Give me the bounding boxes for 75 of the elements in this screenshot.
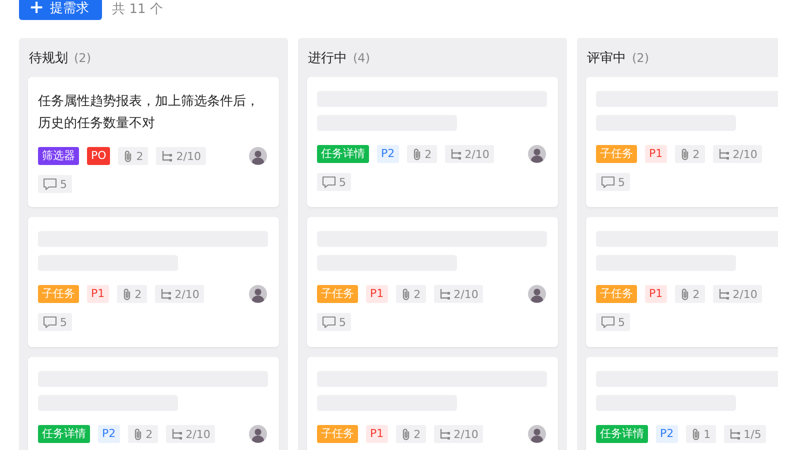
tag: 筛选器 [38, 147, 79, 165]
attachment-count: 2 [396, 425, 426, 443]
attachment-count: 2 [118, 147, 148, 165]
attachment-count: 2 [128, 425, 158, 443]
column-count: (2) [632, 50, 649, 64]
total-count: 共 11 个 [112, 1, 163, 18]
column-count: (2) [74, 50, 91, 64]
tag: 任务详情 [317, 145, 369, 163]
subtask-icon [450, 148, 462, 160]
tag: P2 [98, 425, 120, 443]
paperclip-icon [412, 148, 422, 160]
subtask-count: 2/10 [434, 425, 484, 443]
subtask-count: 2/10 [434, 285, 484, 303]
subtask-icon [160, 288, 172, 300]
comment-count: 5 [317, 173, 351, 191]
subtask-icon [438, 288, 451, 300]
tag: P1 [366, 285, 388, 303]
paperclip-icon [400, 428, 411, 440]
tag: P1 [645, 145, 667, 163]
attachment-count: 2 [116, 285, 147, 303]
subtask-count: 2/10 [156, 147, 206, 165]
attachment-count: 1 [686, 425, 716, 443]
subtask-icon [438, 428, 451, 440]
comment-icon [43, 316, 57, 328]
tag: P2 [656, 425, 678, 443]
comment-icon [322, 176, 336, 188]
tag: 子任务 [317, 425, 358, 443]
attachment-count: 2 [406, 145, 437, 163]
subtask-icon [718, 288, 730, 300]
comment-icon [43, 178, 57, 190]
add-request-button[interactable]: + 提需求 [19, 0, 102, 20]
comment-count: 5 [596, 173, 630, 191]
column-title: 评审中 [587, 50, 626, 66]
tag: 子任务 [596, 285, 637, 303]
subtask-icon [170, 428, 183, 440]
tag: P1 [366, 425, 388, 443]
subtask-count: 2/10 [166, 425, 216, 443]
paperclip-icon [132, 428, 143, 440]
comment-icon [601, 176, 615, 188]
tag: P2 [377, 145, 399, 163]
comment-icon [322, 316, 336, 328]
column-title: 进行中 [308, 50, 347, 66]
subtask-count: 2/10 [712, 145, 762, 163]
subtask-icon [718, 148, 730, 160]
tag: 任务详情 [596, 425, 648, 443]
comment-count: 5 [38, 313, 72, 331]
subtask-count: 1/5 [724, 425, 766, 443]
comment-count: 5 [317, 313, 351, 331]
tag: 子任务 [596, 145, 637, 163]
attachment-count: 2 [674, 145, 705, 163]
comment-count: 5 [596, 313, 630, 331]
paperclip-icon [680, 288, 690, 300]
subtask-count: 2/10 [154, 285, 204, 303]
tag: 子任务 [317, 285, 358, 303]
tag: P1 [87, 285, 109, 303]
paperclip-icon [690, 428, 701, 440]
subtask-count: 2/10 [444, 145, 494, 163]
column-count: (4) [353, 50, 370, 64]
paperclip-icon [123, 150, 134, 162]
subtask-count: 2/10 [712, 285, 762, 303]
attachment-count: 2 [396, 285, 426, 303]
attachment-count: 2 [674, 285, 705, 303]
paperclip-icon [680, 148, 690, 160]
paperclip-icon [122, 288, 132, 300]
tag: 子任务 [38, 285, 79, 303]
subtask-icon [161, 150, 174, 162]
tag: 任务详情 [38, 425, 90, 443]
paperclip-icon [400, 288, 411, 300]
tag: P1 [645, 285, 667, 303]
comment-count: 5 [38, 175, 72, 193]
column-title: 待规划 [29, 50, 68, 66]
card-title: 任务属性趋势报表，加上筛选条件后，历史的任务数量不对 [38, 93, 260, 133]
tag: PO [87, 147, 110, 165]
comment-icon [601, 316, 615, 328]
subtask-icon [728, 428, 741, 440]
